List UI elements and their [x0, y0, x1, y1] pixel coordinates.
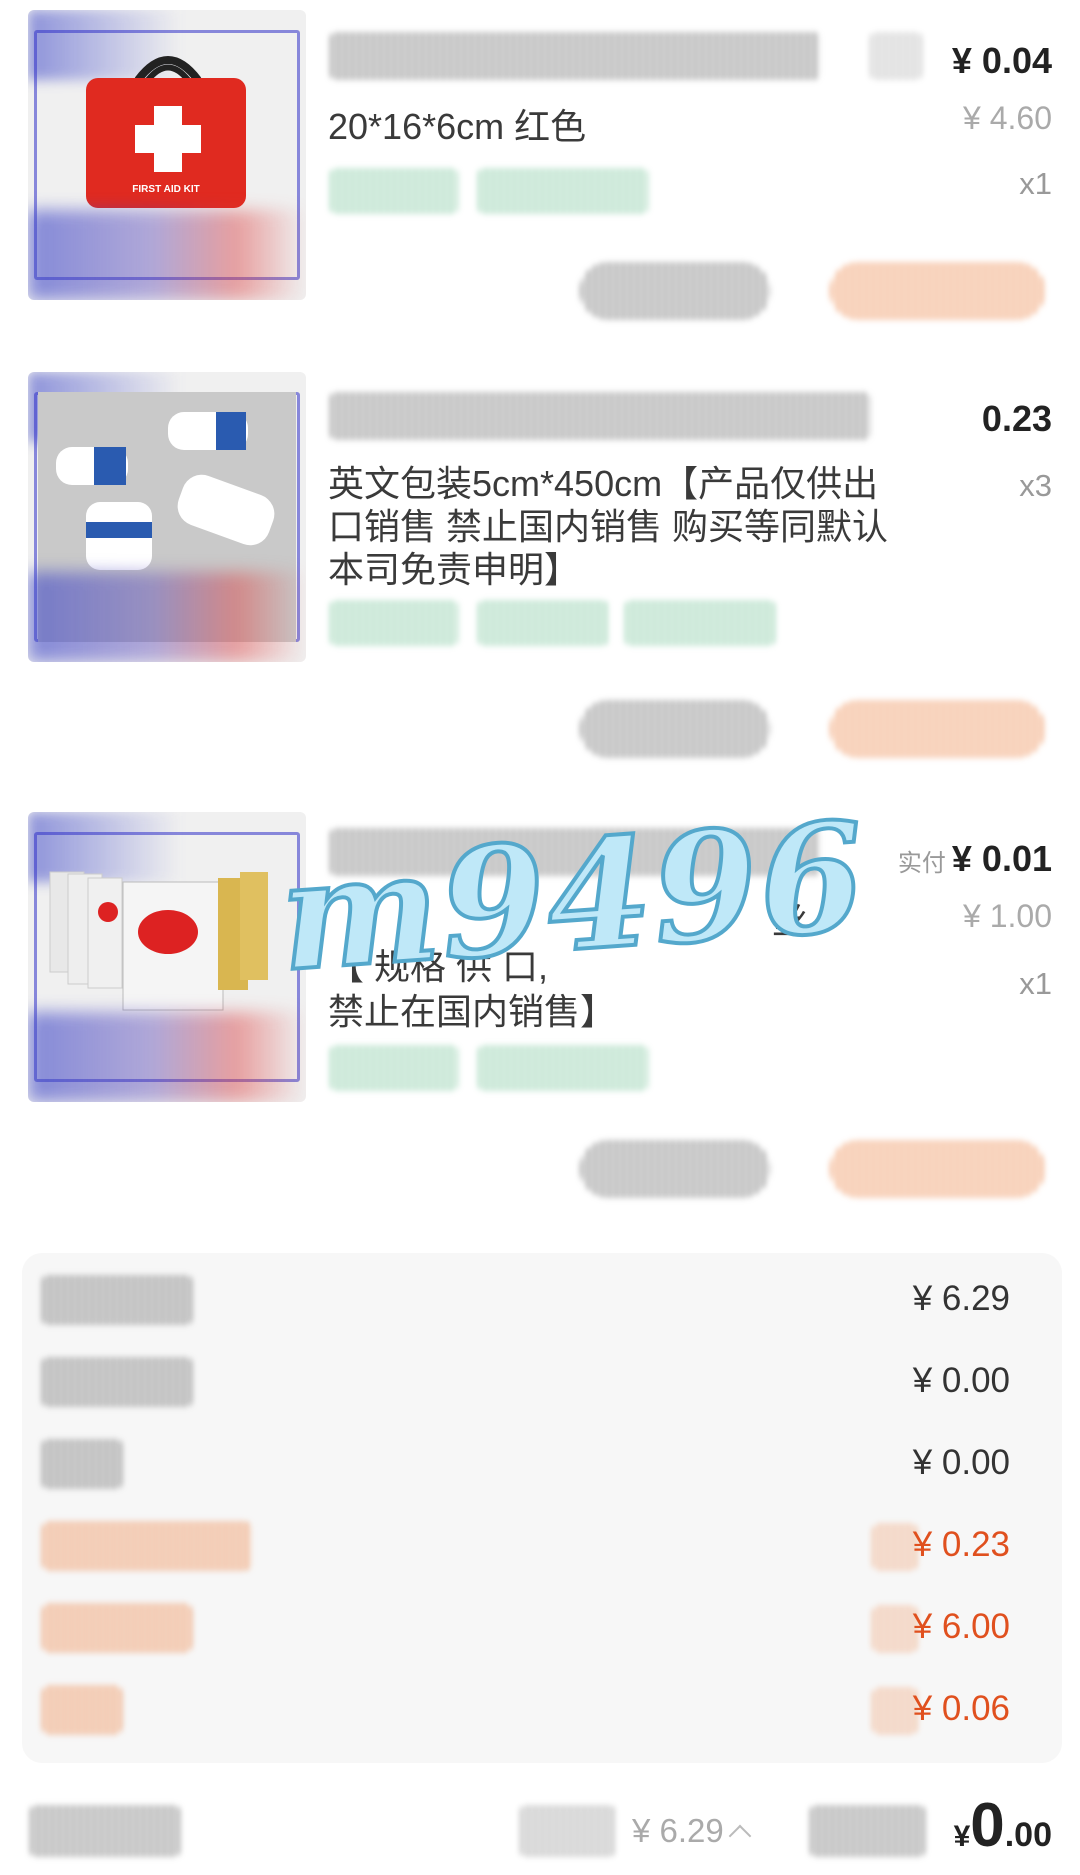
secondary-action-button[interactable]	[580, 262, 770, 320]
image-noise	[28, 572, 306, 662]
summary-value: ¥ 0.23	[912, 1525, 1010, 1564]
summary-value: ¥ 0.06	[912, 1689, 1010, 1728]
total-original-toggle[interactable]: ¥ 6.29	[632, 1812, 752, 1850]
summary-label-redacted	[42, 1603, 192, 1653]
item-paid-price: 实付 ¥ 0.01	[898, 838, 1052, 880]
summary-label-redacted	[42, 1685, 122, 1735]
item-price: 0.23	[981, 398, 1052, 439]
item-original-price: ¥ 1.00	[963, 898, 1052, 934]
summary-info-icon[interactable]	[872, 1523, 918, 1571]
total-payable: ¥0.00	[954, 1790, 1052, 1861]
summary-value: ¥ 0.00	[912, 1361, 1010, 1400]
item-quantity: x3	[1019, 468, 1052, 503]
item-variant-line: 禁止在国内销售】	[328, 991, 617, 1032]
primary-action-button[interactable]	[830, 1140, 1045, 1198]
service-tag-redacted	[330, 600, 458, 646]
summary-label-redacted	[42, 1357, 192, 1407]
primary-action-button[interactable]	[830, 262, 1045, 320]
item-price: ¥ 0.04	[951, 40, 1052, 81]
product-title-redacted	[330, 32, 820, 80]
item-variant: 英文包装5cm*450cm【产品仅供出口销售 禁止国内销售 购买等同默认本司免责…	[328, 463, 889, 590]
service-tag-redacted	[330, 1045, 458, 1091]
summary-value: ¥ 6.29	[912, 1279, 1010, 1318]
primary-action-button[interactable]	[830, 700, 1045, 758]
price-summary-card: ¥ 6.29 ¥ 0.00 ¥ 0.00 ¥ 0.23 ¥ 6.00 ¥ 0.0…	[22, 1253, 1062, 1763]
summary-label-redacted	[42, 1439, 122, 1489]
redacted-label	[870, 32, 922, 80]
item-quantity: x1	[1019, 166, 1052, 201]
service-tag-redacted	[625, 600, 775, 646]
image-noise	[28, 210, 306, 300]
total-label-redacted	[30, 1805, 180, 1857]
total-decimal: .00	[1004, 1816, 1052, 1854]
total-label-redacted	[520, 1805, 615, 1857]
summary-label-redacted	[42, 1275, 192, 1325]
total-integer: 0	[970, 1791, 1005, 1860]
summary-value: ¥ 0.00	[912, 1443, 1010, 1482]
service-tag-redacted	[478, 168, 648, 214]
item-quantity: x1	[1019, 966, 1052, 1001]
image-noise	[28, 1012, 306, 1102]
secondary-action-button[interactable]	[580, 1140, 770, 1198]
item-original-price: ¥ 4.60	[963, 100, 1052, 136]
total-original-price: ¥ 6.29	[632, 1812, 724, 1849]
svg-text:FIRST AID KIT: FIRST AID KIT	[132, 184, 199, 195]
watermark: m9496	[273, 787, 874, 1007]
chevron-up-icon	[728, 1824, 752, 1848]
secondary-action-button[interactable]	[580, 700, 770, 758]
product-image-emergency-blanket[interactable]	[28, 812, 306, 1102]
product-title-redacted	[330, 392, 870, 440]
paid-label: 实付	[897, 850, 946, 877]
currency-symbol: ¥	[953, 1820, 971, 1853]
summary-info-icon[interactable]	[872, 1605, 918, 1653]
service-tag-redacted	[330, 168, 458, 214]
service-tag-redacted	[478, 600, 608, 646]
service-tag-redacted	[478, 1045, 648, 1091]
item-variant: 20*16*6cm 红色	[328, 106, 587, 147]
item-price: ¥ 0.01	[951, 838, 1052, 879]
product-image-bandage[interactable]	[28, 372, 306, 662]
summary-label-redacted	[42, 1521, 252, 1571]
summary-value: ¥ 6.00	[912, 1607, 1010, 1646]
summary-info-icon[interactable]	[872, 1687, 918, 1735]
product-image-first-aid-kit[interactable]: FIRST AID KIT	[28, 10, 306, 300]
total-label-redacted	[810, 1805, 925, 1857]
